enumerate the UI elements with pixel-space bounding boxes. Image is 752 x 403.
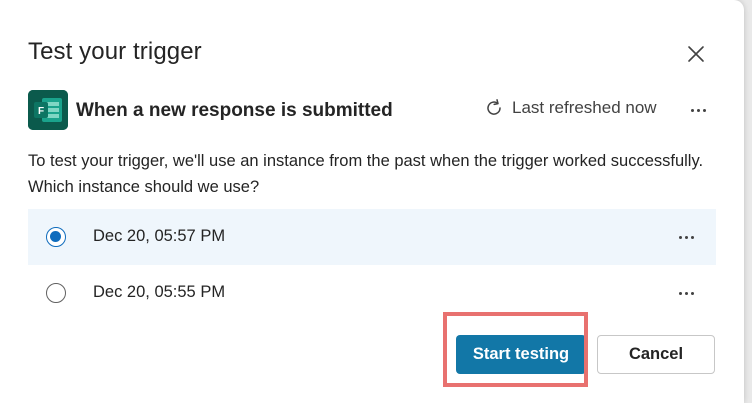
radio-selected[interactable] [46,227,66,247]
instance-label: Dec 20, 05:57 PM [93,227,226,245]
description-text: To test your trigger, we'll use an insta… [28,152,704,196]
dialog-title: Test your trigger [28,38,202,65]
instance-more-button[interactable] [672,225,700,249]
instance-label: Dec 20, 05:55 PM [93,283,226,301]
refresh-label: Last refreshed now [512,98,657,117]
trigger-name: When a new response is submitted [76,100,393,121]
radio-unselected[interactable] [46,283,66,303]
instance-row-1[interactable]: Dec 20, 05:57 PM [28,209,716,265]
more-horizontal-icon [678,291,694,295]
close-icon [688,46,704,62]
cancel-button[interactable]: Cancel [597,335,715,374]
start-testing-button[interactable]: Start testing [456,335,586,374]
close-button[interactable] [682,40,710,68]
more-horizontal-icon [690,108,706,112]
trigger-more-button[interactable] [684,98,712,122]
svg-text:F: F [38,106,44,117]
instance-row-2[interactable]: Dec 20, 05:55 PM [28,265,716,321]
refresh-icon [487,99,501,115]
refresh-button[interactable]: Last refreshed now [484,98,657,118]
microsoft-forms-icon: F [28,90,68,130]
more-horizontal-icon [678,235,694,239]
trigger-header: F When a new response is submitted Last … [28,88,716,132]
instance-more-button[interactable] [672,281,700,305]
test-trigger-dialog: Test your trigger F When a new response … [0,0,744,403]
